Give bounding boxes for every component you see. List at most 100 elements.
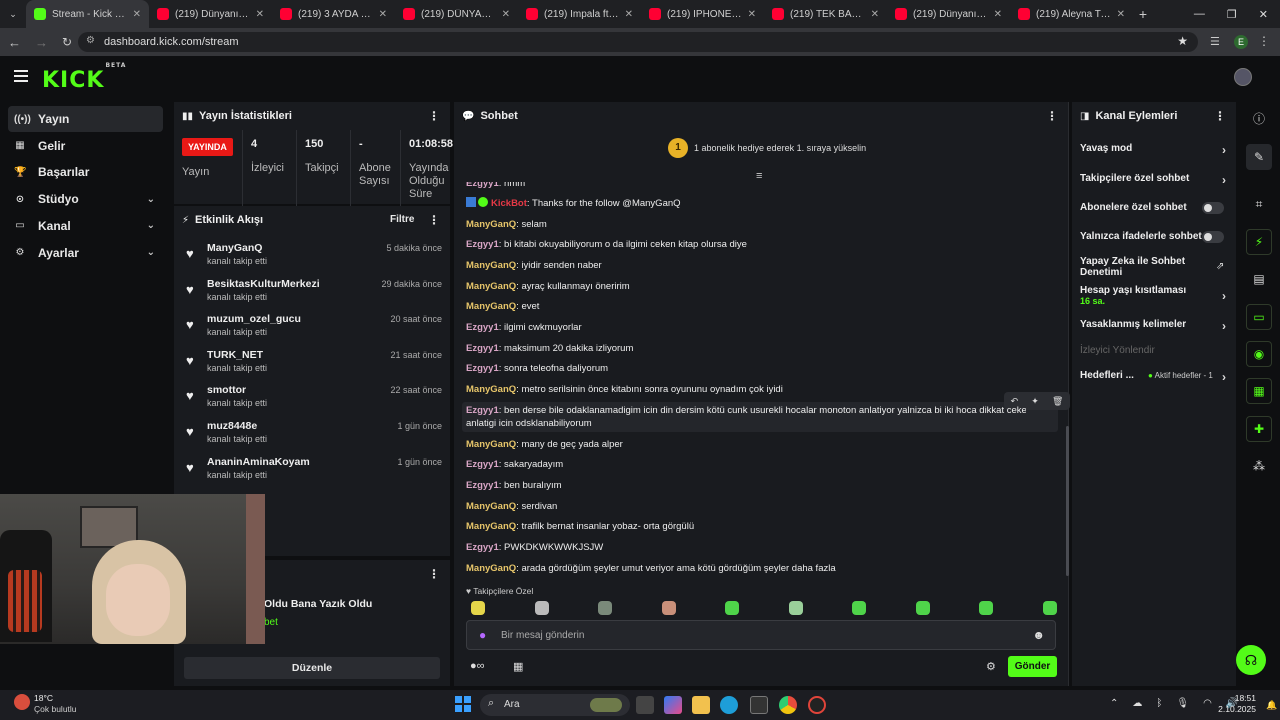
tab-list-button[interactable]: ⌄ xyxy=(0,0,26,28)
chat-username[interactable]: ManyGanQ xyxy=(466,384,516,395)
banned-words-item[interactable]: Yasaklanmış kelimeler › xyxy=(1080,319,1230,333)
close-tab-icon[interactable]: ✕ xyxy=(133,9,141,20)
pin-icon[interactable]: ✦ xyxy=(1031,396,1039,407)
activity-item[interactable]: ♥ AnaninAminaKoyam kanalı takip etti 1 g… xyxy=(182,454,442,486)
channel-points-icon[interactable]: ●∞ xyxy=(470,660,485,672)
activity-item[interactable]: ♥ smottor kanalı takip etti 22 saat önce xyxy=(182,382,442,414)
chevron-up-icon[interactable]: ⌃ xyxy=(1110,698,1118,709)
activity-item[interactable]: ♥ muz8448e kanalı takip etti 1 gün önce xyxy=(182,418,442,450)
kick-logo[interactable]: KICKBETA xyxy=(42,62,126,93)
user-avatar[interactable] xyxy=(1234,68,1252,86)
slow-mode-item[interactable]: Yavaş mod › xyxy=(1080,143,1230,157)
chat-message[interactable]: Ezgyy1: bi kitabi okuyabiliyorum o da il… xyxy=(466,238,747,251)
close-tab-icon[interactable]: ✕ xyxy=(994,9,1002,20)
activity-item[interactable]: ♥ BesiktasKulturMerkezi kanalı takip ett… xyxy=(182,276,442,308)
chat-message[interactable]: Ezgyy1: PWKDKWKWWKJSJW xyxy=(466,541,603,554)
clock-date[interactable]: 2.10.2025 xyxy=(1208,704,1256,714)
chat-message[interactable]: ManyGanQ: serdivan xyxy=(466,500,557,513)
close-window-icon[interactable]: ✕ xyxy=(1259,8,1268,21)
notifications-icon[interactable]: 🔔 xyxy=(1266,700,1277,711)
hamburger-menu-icon[interactable] xyxy=(14,70,28,82)
mic-tray-icon[interactable]: 🎙 xyxy=(1176,698,1189,709)
edit-pencil-icon[interactable]: ✎ xyxy=(1246,144,1272,170)
chat-username[interactable]: ManyGanQ xyxy=(466,563,516,574)
chat-scrollbar[interactable] xyxy=(1066,426,1069,576)
browser-tab[interactable]: (219) İPHONE 17 AL✕ xyxy=(641,0,764,28)
chevron-down-icon[interactable]: ⌄ xyxy=(147,194,155,205)
stats-menu-icon[interactable]: ⋮ xyxy=(428,109,440,123)
edit-button[interactable]: Düzenle xyxy=(184,657,440,679)
browser-tab[interactable]: (219) DÜNYANIN EN✕ xyxy=(395,0,518,28)
pinned-toggle-icon[interactable]: ≡ xyxy=(756,170,762,182)
profile-avatar[interactable]: E xyxy=(1234,35,1248,49)
delete-icon[interactable]: 🗑 xyxy=(1052,396,1063,407)
document-icon[interactable]: ▤ xyxy=(1246,266,1272,292)
chat-username[interactable]: ManyGanQ xyxy=(466,260,516,271)
emote-icon[interactable] xyxy=(1042,601,1057,615)
emote-icon[interactable] xyxy=(661,601,676,615)
media-menu-icon[interactable]: ⋮ xyxy=(428,567,440,581)
browser-tab[interactable]: (219) İmpala ft. Kayra✕ xyxy=(518,0,641,28)
close-tab-icon[interactable]: ✕ xyxy=(379,9,387,20)
minimize-icon[interactable]: — xyxy=(1194,8,1205,20)
chat-settings-icon[interactable]: ⚙ xyxy=(986,660,996,673)
microphone-icon[interactable]: ● xyxy=(479,628,486,642)
chrome-icon[interactable] xyxy=(779,696,797,714)
store-icon[interactable]: ▦ xyxy=(513,660,523,673)
emote-icon[interactable] xyxy=(915,601,930,615)
chat-username[interactable]: ManyGanQ xyxy=(466,281,516,292)
chat-username[interactable]: Ezgyy1 xyxy=(466,480,499,491)
address-bar[interactable]: ⚙ dashboard.kick.com/stream ★ xyxy=(78,32,1198,52)
chat-username[interactable]: ManyGanQ xyxy=(466,439,516,450)
activity-menu-icon[interactable]: ⋮ xyxy=(428,213,440,227)
clock-time[interactable]: 18:51 xyxy=(1220,693,1256,703)
channel-actions-menu-icon[interactable]: ⋮ xyxy=(1214,109,1226,123)
app-icon[interactable] xyxy=(808,696,826,714)
taskbar-search[interactable]: ⌕ Ara xyxy=(480,694,630,716)
forward-icon[interactable]: → xyxy=(35,35,48,50)
bookmark-star-icon[interactable]: ★ xyxy=(1177,34,1188,48)
emote-icon[interactable] xyxy=(534,601,549,615)
chat-message[interactable]: ManyGanQ: evet xyxy=(466,300,539,313)
browser-tab[interactable]: (219) 3 AYDA MİLYON✕ xyxy=(272,0,395,28)
edge-icon[interactable] xyxy=(720,696,738,714)
chevron-down-icon[interactable]: ⌄ xyxy=(147,247,155,258)
chat-username[interactable]: ManyGanQ xyxy=(466,501,516,512)
back-icon[interactable]: ← xyxy=(8,35,21,50)
task-view-icon[interactable] xyxy=(636,696,654,714)
chat-message[interactable]: Ezgyy1: ilgimi cwkmuyorlar xyxy=(466,321,582,334)
emotes-chat-toggle[interactable] xyxy=(1202,231,1224,243)
sidebar-item-trophy[interactable]: 🏆 Başarılar xyxy=(8,159,163,185)
send-button[interactable]: Gönder xyxy=(1008,656,1057,677)
sidebar-item-gear[interactable]: ⚙ Ayarlar ⌄ xyxy=(8,240,163,266)
chat-username[interactable]: Ezgyy1 xyxy=(466,405,499,416)
filter-button[interactable]: Filtre xyxy=(390,214,414,225)
broadcast-rail-icon[interactable]: ◉ xyxy=(1246,341,1272,367)
chat-message[interactable]: ManyGanQ: iyidir senden naber xyxy=(466,259,602,272)
emote-icon[interactable] xyxy=(979,601,993,615)
sidebar-item-grid[interactable]: ▦ Gelir xyxy=(8,133,163,159)
network-icon[interactable]: ☁ xyxy=(1132,698,1142,709)
activity-item[interactable]: ♥ TURK_NET kanalı takip etti 21 saat önc… xyxy=(182,347,442,379)
emote-icon[interactable] xyxy=(598,601,612,615)
subscribers-chat-toggle[interactable] xyxy=(1202,202,1224,214)
crop-icon[interactable]: ⌗ xyxy=(1246,191,1272,217)
chat-message[interactable]: ManyGanQ: selam xyxy=(466,218,547,231)
close-tab-icon[interactable]: ✕ xyxy=(502,9,510,20)
emote-icon[interactable] xyxy=(725,601,739,615)
chat-username[interactable]: Ezgyy1 xyxy=(466,343,499,354)
chat-rail-icon[interactable]: ▭ xyxy=(1246,304,1272,330)
browser-tab[interactable]: (219) Dünyanın En İyi✕ xyxy=(149,0,272,28)
chat-menu-icon[interactable]: ⋮ xyxy=(1046,109,1058,123)
chat-username[interactable]: Ezgyy1 xyxy=(466,239,499,250)
chat-username[interactable]: ManyGanQ xyxy=(466,521,516,532)
new-tab-button[interactable]: + xyxy=(1133,6,1153,22)
emote-icon[interactable] xyxy=(471,601,485,615)
copilot-icon[interactable] xyxy=(664,696,682,714)
bluetooth-icon[interactable]: ᛒ xyxy=(1156,698,1162,709)
chat-message[interactable]: Ezgyy1: ben derse bile odaklanamadigim i… xyxy=(466,404,1026,430)
support-chat-icon[interactable]: ☊ xyxy=(1236,645,1266,675)
sidebar-item-studio[interactable]: ⊙ Stüdyo ⌄ xyxy=(8,186,163,212)
chat-message[interactable]: KickBot: Thanks for the follow @ManyGanQ xyxy=(466,197,681,210)
close-tab-icon[interactable]: ✕ xyxy=(256,9,264,20)
